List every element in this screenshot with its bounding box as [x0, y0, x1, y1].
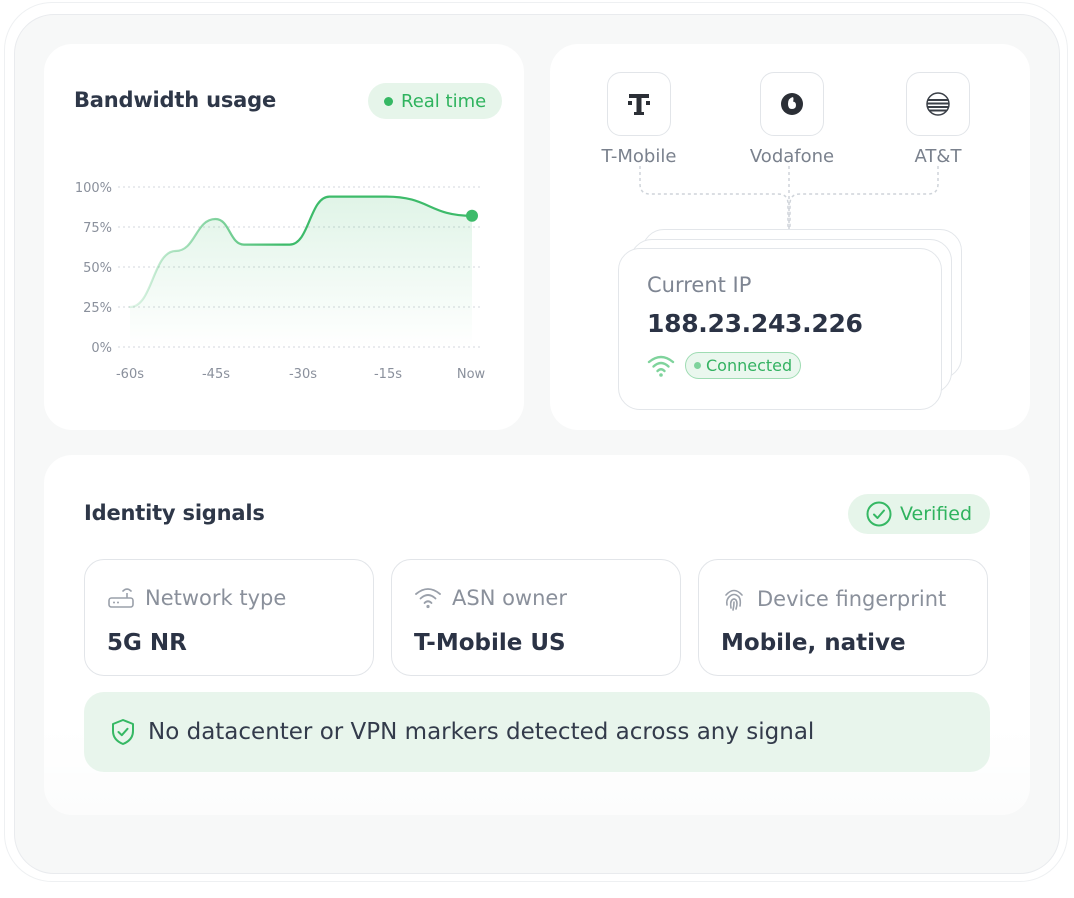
carrier-att[interactable]: AT&T	[883, 72, 993, 167]
carrier-t-mobile[interactable]: T-Mobile	[584, 72, 694, 167]
signal-network-type[interactable]: Network type 5G NR	[84, 559, 374, 676]
signal-value: 5G NR	[107, 630, 187, 656]
signal-label: Network type	[145, 586, 287, 610]
identity-title: Identity signals	[84, 501, 265, 525]
check-circle-icon	[866, 501, 892, 527]
x-tick-label: -30s	[289, 367, 317, 382]
carrier-name: AT&T	[914, 146, 962, 167]
signal-label: Device fingerprint	[757, 587, 947, 611]
bandwidth-chart: 100% 75% 50% 25% 0% -60s -45s -30s -15s Now	[75, 181, 486, 382]
x-tick-label: Now	[457, 367, 486, 382]
bandwidth-card: Bandwidth usage Real time 100% 75% 50% 25% 0…	[44, 44, 524, 430]
verified-badge: Verified	[848, 494, 991, 534]
signal-label: ASN owner	[452, 586, 567, 610]
y-tick-label: 0%	[91, 341, 112, 356]
signal-value: Mobile, native	[721, 630, 906, 656]
y-tick-label: 75%	[83, 221, 112, 236]
att-logo-icon	[906, 72, 970, 136]
current-value-point[interactable]	[466, 209, 478, 222]
fingerprint-icon	[725, 589, 743, 611]
x-tick-label: -15s	[374, 367, 402, 382]
carrier-vodafone[interactable]: Vodafone	[737, 72, 847, 167]
y-tick-label: 25%	[83, 301, 112, 316]
notice-text: No datacenter or VPN markers detected ac…	[148, 719, 815, 745]
connected-label: Connected	[706, 356, 793, 375]
y-tick-label: 100%	[75, 181, 112, 196]
no-vpn-notice: No datacenter or VPN markers detected ac…	[84, 692, 990, 772]
ip-value: 188.23.243.226	[647, 309, 863, 338]
ip-label: Current IP	[647, 273, 752, 297]
y-tick-label: 50%	[83, 261, 112, 276]
x-tick-label: -60s	[116, 367, 144, 382]
signal-asn-owner[interactable]: ASN owner T-Mobile US	[391, 559, 681, 676]
wifi-signal-icon	[647, 355, 675, 377]
wifi-icon	[415, 588, 441, 609]
carrier-name: T-Mobile	[601, 146, 677, 167]
connected-badge: Connected	[685, 352, 802, 379]
signal-device-fingerprint[interactable]: Device fingerprint Mobile, native	[698, 559, 988, 676]
identity-card: Identity signals Verified Network type 5…	[44, 455, 1030, 815]
router-icon	[108, 588, 134, 608]
current-ip-card[interactable]: Current IP 188.23.243.226 Connected	[618, 248, 942, 410]
ip-card: T-Mobile Vodafone AT&T Current IP 188.23…	[550, 44, 1030, 430]
carrier-name: Vodafone	[749, 146, 835, 167]
vodafone-logo-icon	[760, 72, 824, 136]
shield-check-icon	[112, 719, 134, 745]
verified-label: Verified	[900, 503, 973, 525]
t-mobile-logo-icon	[607, 72, 671, 136]
bandwidth-area	[130, 196, 472, 347]
status-dot-icon	[694, 362, 701, 369]
x-tick-label: -45s	[202, 367, 230, 382]
signal-value: T-Mobile US	[414, 630, 566, 656]
